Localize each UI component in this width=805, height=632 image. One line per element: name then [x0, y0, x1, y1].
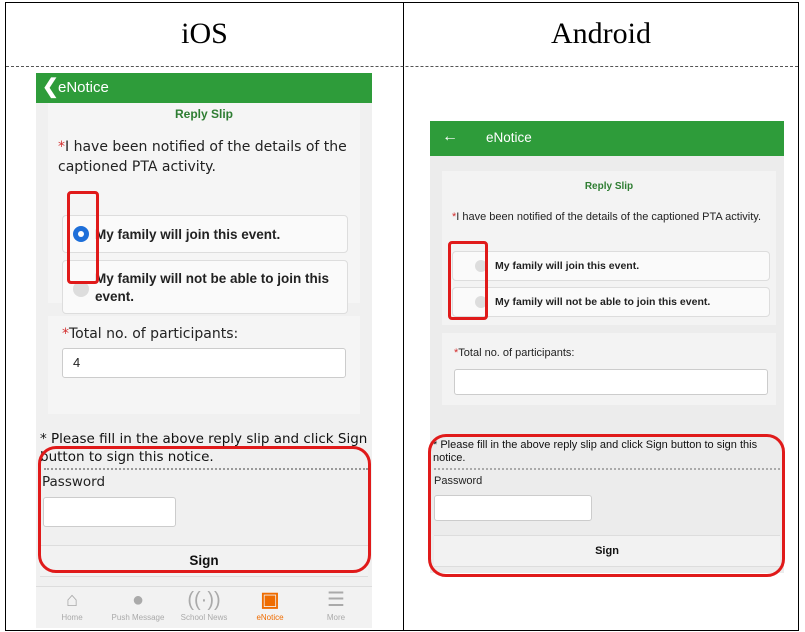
android-nav-title: eNotice — [486, 130, 532, 145]
option-not-join-label: My family will not be able to join this … — [95, 271, 330, 304]
tab-push-message-label: Push Message — [111, 613, 165, 622]
option-not-join[interactable]: My family will not be able to join this … — [62, 260, 348, 314]
android-sign-highlight — [428, 434, 785, 577]
tab-more[interactable]: ☰ More — [306, 587, 366, 628]
home-icon: ⌂ — [65, 589, 79, 611]
tab-home[interactable]: ⌂ Home — [42, 587, 102, 628]
broadcast-icon: ((·)) — [187, 589, 221, 611]
ios-column-title: iOS — [181, 17, 228, 50]
reply-slip-title: Reply Slip — [584, 181, 634, 192]
menu-icon: ☰ — [327, 589, 345, 611]
tab-more-label: More — [326, 613, 346, 622]
enotice-icon: ▣ — [260, 589, 280, 611]
android-participants-card: *Total no. of participants: — [442, 333, 776, 405]
android-reply-slip-card: Reply Slip *I have been notified of the … — [442, 171, 776, 325]
question-text: *I have been notified of the details of … — [452, 211, 772, 224]
required-star: * — [62, 326, 69, 342]
required-star: * — [58, 139, 65, 155]
reply-slip-title: Reply Slip — [174, 107, 233, 121]
column-divider — [403, 3, 404, 630]
option-join-label: My family will join this event. — [495, 260, 640, 272]
option-join[interactable]: My family will join this event. — [62, 215, 348, 253]
header-divider — [6, 66, 798, 67]
android-nav-bar: ← eNotice — [430, 121, 784, 156]
tab-enotice-label: eNotice — [256, 613, 284, 622]
question-label: I have been notified of the details of t… — [456, 211, 762, 223]
participants-label: *Total no. of participants: — [62, 326, 238, 342]
message-icon: ● — [131, 589, 145, 611]
android-column-title: Android — [551, 17, 651, 50]
ios-participants-card: *Total no. of participants: 4 — [48, 316, 360, 414]
question-text: *I have been notified of the details of … — [58, 137, 348, 177]
participants-label-text: Total no. of participants: — [69, 326, 239, 342]
ios-nav-title: eNotice — [58, 79, 109, 96]
back-arrow-icon[interactable]: ← — [442, 128, 458, 146]
tab-school-news-label: School News — [180, 613, 228, 622]
option-join-label: My family will join this event. — [95, 227, 281, 242]
ios-nav-bar: ❮ eNotice — [36, 73, 372, 103]
ios-sign-highlight — [38, 446, 371, 573]
tab-push-message[interactable]: ● Push Message — [108, 587, 168, 628]
question-label: I have been notified of the details of t… — [58, 139, 347, 175]
option-not-join-label: My family will not be able to join this … — [495, 296, 711, 308]
option-join[interactable]: My family will join this event. — [452, 251, 770, 281]
participants-input[interactable]: 4 — [62, 348, 346, 378]
participants-input[interactable] — [454, 369, 768, 395]
tab-enotice[interactable]: ▣ eNotice — [240, 587, 300, 628]
android-radio-highlight — [448, 241, 488, 320]
ios-tab-bar: ⌂ Home ● Push Message ((·)) School News … — [36, 586, 372, 628]
tab-home-label: Home — [61, 613, 83, 622]
back-chevron-icon[interactable]: ❮ — [42, 76, 59, 98]
ios-radio-highlight — [67, 191, 99, 284]
participants-label: *Total no. of participants: — [454, 347, 574, 359]
option-not-join[interactable]: My family will not be able to join this … — [452, 287, 770, 317]
tab-school-news[interactable]: ((·)) School News — [174, 587, 234, 628]
participants-label-text: Total no. of participants: — [458, 347, 575, 359]
